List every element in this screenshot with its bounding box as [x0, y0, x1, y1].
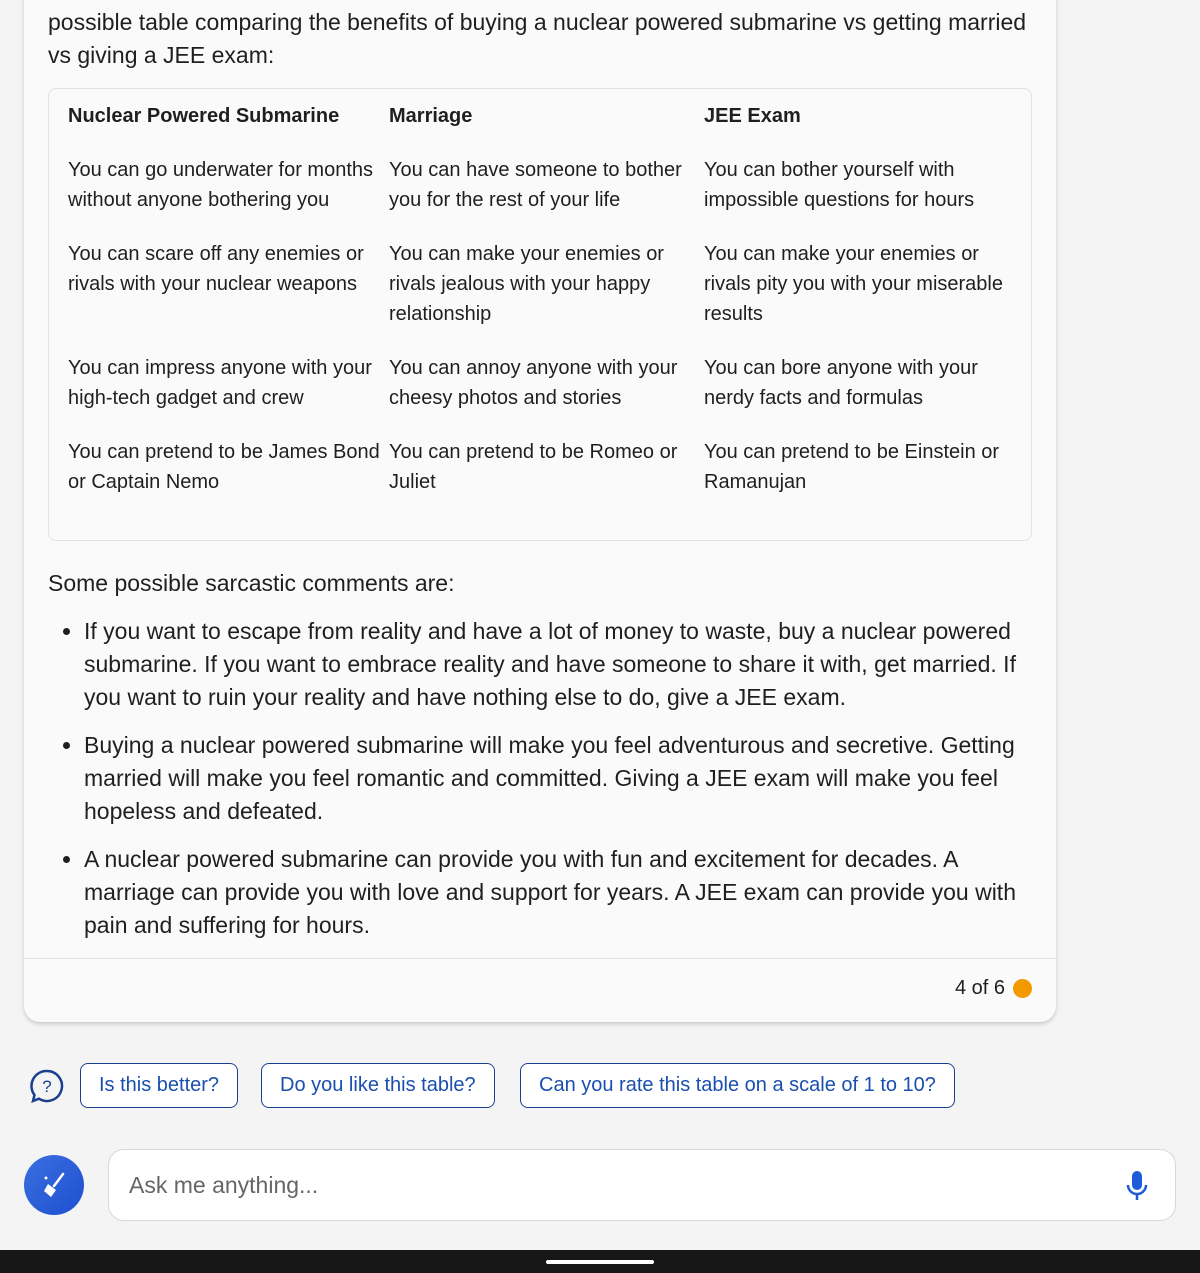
table-row: You can go underwater for months without…	[68, 155, 1024, 239]
system-navigation-bar	[0, 1250, 1200, 1273]
table-row: You can pretend to be James Bond or Capt…	[68, 437, 1024, 521]
home-handle[interactable]	[546, 1260, 654, 1264]
bullet-list: If you want to escape from reality and h…	[84, 615, 1044, 957]
new-topic-button[interactable]	[24, 1155, 84, 1215]
table-cell: You can bore anyone with your nerdy fact…	[704, 357, 978, 409]
help-question-icon[interactable]: ?	[30, 1069, 64, 1108]
response-counter: 4 of 6	[955, 977, 1032, 1000]
table-cell: You can make your enemies or rivals jeal…	[389, 243, 664, 325]
list-item: Buying a nuclear powered submarine will …	[84, 729, 1044, 828]
intro-text: possible table comparing the benefits of…	[48, 9, 1027, 68]
table-cell: You can annoy anyone with your cheesy ph…	[389, 357, 678, 409]
list-item: If you want to escape from reality and h…	[84, 615, 1044, 714]
table-cell: You can scare off any enemies or rivals …	[68, 243, 364, 295]
subheading: Some possible sarcastic comments are:	[48, 570, 455, 596]
table-cell: You can impress anyone with your high-te…	[68, 357, 372, 409]
microphone-icon[interactable]	[1125, 1170, 1149, 1208]
suggestion-chip[interactable]: Is this better?	[80, 1063, 239, 1108]
svg-text:?: ?	[42, 1077, 51, 1096]
chat-input[interactable]: Ask me anything...	[108, 1149, 1176, 1221]
column-header: JEE Exam	[704, 105, 801, 127]
status-dot-icon	[1013, 979, 1032, 998]
column-header: Marriage	[389, 105, 473, 127]
column-header: Nuclear Powered Submarine	[68, 105, 340, 127]
counter-text: 4 of 6	[954, 977, 1005, 999]
suggestion-chip[interactable]: Do you like this table?	[261, 1063, 495, 1108]
table-cell: You can pretend to be Romeo or Juliet	[389, 441, 678, 493]
list-item: A nuclear powered submarine can provide …	[84, 843, 1044, 942]
table-cell: You can have someone to bother you for t…	[389, 159, 682, 211]
table-cell: You can pretend to be James Bond or Capt…	[68, 441, 380, 493]
comparison-table: Nuclear Powered Submarine Marriage JEE E…	[48, 88, 1032, 541]
table-cell: You can go underwater for months without…	[68, 159, 374, 211]
input-placeholder: Ask me anything...	[129, 1171, 319, 1198]
table-cell: You can make your enemies or rivals pity…	[704, 243, 1003, 325]
table-row: You can impress anyone with your high-te…	[68, 353, 1024, 437]
table-cell: You can pretend to be Einstein or Ramanu…	[704, 441, 1000, 493]
divider	[24, 958, 1056, 959]
table-row: You can scare off any enemies or rivals …	[68, 239, 1024, 353]
table-cell: You can bother yourself with impossible …	[704, 159, 975, 211]
suggestion-chip[interactable]: Can you rate this table on a scale of 1 …	[520, 1063, 955, 1108]
table-header-row: Nuclear Powered Submarine Marriage JEE E…	[68, 101, 1024, 155]
broom-icon	[44, 1172, 65, 1197]
